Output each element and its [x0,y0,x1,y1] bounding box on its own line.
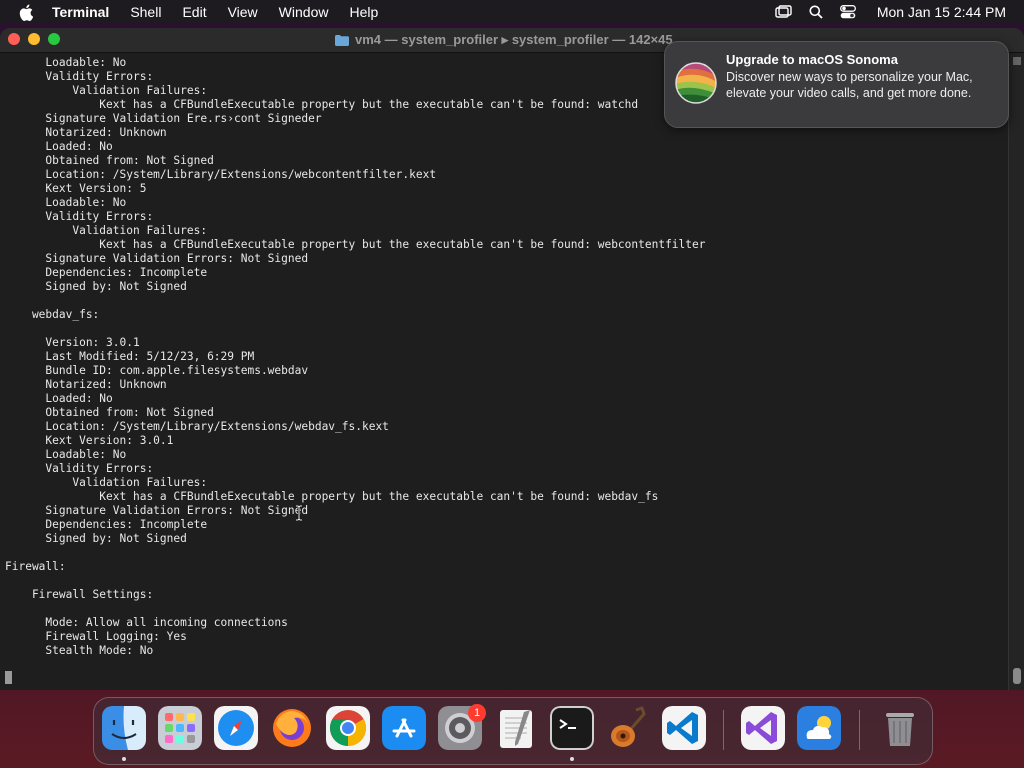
terminal-line: Validity Errors: [5,70,154,83]
terminal-line: Location: /System/Library/Extensions/web… [5,168,437,181]
menu-help[interactable]: Help [349,4,378,20]
menu-window[interactable]: Window [279,4,329,20]
terminal-line: Stealth Mode: No [5,644,154,657]
launchpad-icon[interactable] [158,706,202,750]
garageband-icon[interactable] [606,706,650,750]
menu-app-name[interactable]: Terminal [52,4,109,20]
terminal-line: Kext has a CFBundleExecutable property b… [5,238,706,251]
safari-icon[interactable] [214,706,258,750]
apple-menu-icon[interactable] [18,3,34,21]
app-store-icon[interactable] [382,706,426,750]
terminal-line: Loaded: No [5,392,113,405]
notification-title: Upgrade to macOS Sonoma [726,52,898,67]
terminal-line: Notarized: Unknown [5,126,167,139]
terminal-line: Kext has a CFBundleExecutable property b… [5,490,659,503]
terminal-line: Bundle ID: com.apple.filesystems.webdav [5,364,309,377]
terminal-line: Obtained from: Not Signed [5,154,214,167]
chrome-icon[interactable] [326,706,370,750]
terminal-content[interactable]: Loadable: No Validity Errors: Validation… [0,53,1008,690]
menu-edit[interactable]: Edit [182,4,206,20]
close-button[interactable] [8,33,20,45]
finder-icon[interactable] [102,706,146,750]
screen-mirroring-icon[interactable] [775,4,793,20]
terminal-line: Loaded: No [5,140,113,153]
terminal-running-indicator [570,757,574,761]
folder-icon [335,34,349,46]
trash-icon[interactable] [878,706,922,750]
terminal-line: Validation Failures: [5,84,208,97]
scrollbar-thumb[interactable] [1013,668,1021,684]
notification-body: Discover new ways to personalize your Ma… [726,70,973,100]
terminal-output: Loadable: No Validity Errors: Validation… [5,56,706,658]
scroll-up-icon[interactable] [1013,57,1021,65]
vertical-scrollbar[interactable] [1008,53,1024,690]
terminal-line: Dependencies: Incomplete [5,518,208,531]
terminal-line: Kext has a CFBundleExecutable property b… [5,98,639,111]
terminal-line: Kext Version: 5 [5,182,147,195]
terminal-line: Firewall: [5,560,66,573]
control-center-icon[interactable] [839,4,857,20]
terminal-line: Dependencies: Incomplete [5,266,208,279]
visual-studio-icon[interactable] [741,706,785,750]
textedit-icon[interactable] [494,706,538,750]
zoom-button[interactable] [48,33,60,45]
terminal-line: Firewall Logging: Yes [5,630,187,643]
terminal-line: Mode: Allow all incoming connections [5,616,288,629]
terminal-line: Validation Failures: [5,476,208,489]
vscode-icon[interactable] [662,706,706,750]
terminal-line: Last Modified: 5/12/23, 6:29 PM [5,350,255,363]
terminal-line: Loadable: No [5,196,127,209]
terminal-line: Kext Version: 3.0.1 [5,434,174,447]
terminal-line: webdav_fs: [5,308,100,321]
terminal-line: Validation Failures: [5,224,208,237]
menu-view[interactable]: View [228,4,258,20]
terminal-line: Location: /System/Library/Extensions/web… [5,420,389,433]
finder-running-indicator [122,757,126,761]
minimize-button[interactable] [28,33,40,45]
weather-icon[interactable] [797,706,841,750]
terminal-cursor [5,671,12,684]
menu-bar: Terminal Shell Edit View Window Help Mon… [0,0,1024,24]
spotlight-search-icon[interactable] [807,4,825,20]
terminal-line: Signature Validation Ere.rs›cont Signede… [5,112,322,125]
terminal-line: Notarized: Unknown [5,378,167,391]
menu-clock[interactable]: Mon Jan 15 2:44 PM [877,4,1006,20]
firefox-icon[interactable] [270,706,314,750]
terminal-line: Loadable: No [5,448,127,461]
terminal-line: Version: 3.0.1 [5,336,140,349]
menu-shell[interactable]: Shell [130,4,161,20]
notification-banner[interactable]: Upgrade to macOS Sonoma Discover new way… [664,41,1009,128]
dock-separator [859,710,860,750]
window-title-text: vm4 — system_profiler ▸ system_profiler … [355,32,673,47]
terminal-line: Signature Validation Errors: Not Signed [5,504,309,517]
terminal-line: Validity Errors: [5,210,154,223]
dock-separator [723,710,724,750]
terminal-line: Signed by: Not Signed [5,280,187,293]
notification-badge: 1 [468,704,486,722]
text-cursor-icon [296,505,302,521]
terminal-line: Firewall Settings: [5,588,154,601]
terminal-line: Loadable: No [5,56,127,69]
terminal-line: Validity Errors: [5,462,154,475]
terminal-line: Signed by: Not Signed [5,532,187,545]
dock: 1 [93,697,933,765]
terminal-line: Obtained from: Not Signed [5,406,214,419]
terminal-line: Signature Validation Errors: Not Signed [5,252,309,265]
terminal-icon[interactable] [550,706,594,750]
macos-sonoma-icon [675,62,717,104]
window-title: vm4 — system_profiler ▸ system_profiler … [335,28,673,52]
